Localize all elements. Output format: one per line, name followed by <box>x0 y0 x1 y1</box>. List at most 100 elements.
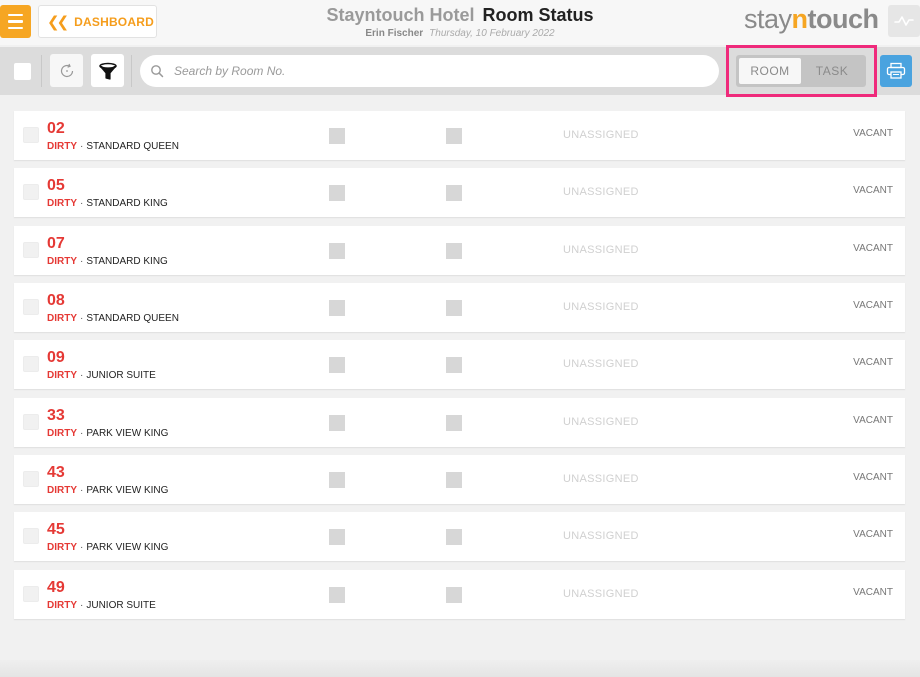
assignment-status[interactable]: UNASSIGNED <box>563 473 639 485</box>
room-status: DIRTY <box>47 427 77 439</box>
user-name: Erin Fischer <box>365 28 424 39</box>
assignment-status[interactable]: UNASSIGNED <box>563 416 639 428</box>
assignment-status[interactable]: UNASSIGNED <box>563 358 639 370</box>
dashboard-label: DASHBOARD <box>74 14 154 29</box>
print-button[interactable] <box>880 55 912 87</box>
dashboard-button[interactable]: ❮❮ DASHBOARD <box>38 5 157 38</box>
room-row[interactable]: 02 DIRTY · STANDARD QUEEN UNASSIGNED VACAN… <box>14 111 905 160</box>
reservation-indicator[interactable] <box>446 128 462 144</box>
room-number: 43 <box>47 464 65 482</box>
reservation-indicator[interactable] <box>446 185 462 202</box>
occupancy-status: VACANT <box>853 586 893 598</box>
view-toggle: ROOM TASK <box>736 55 866 87</box>
occupancy-status: VACANT <box>853 414 893 426</box>
room-status: DIRTY <box>47 313 77 325</box>
bottom-shadow <box>0 660 920 677</box>
room-row[interactable]: 33 DIRTY · PARK VIEW KING UNASSIGNED VACAN… <box>14 397 905 447</box>
service-indicator[interactable] <box>329 242 345 259</box>
reservation-indicator[interactable] <box>446 242 462 259</box>
row-checkbox[interactable] <box>23 471 39 488</box>
row-checkbox[interactable] <box>23 184 39 201</box>
printer-icon <box>886 62 906 79</box>
room-status: DIRTY <box>47 141 77 152</box>
row-checkbox[interactable] <box>23 241 39 258</box>
service-indicator[interactable] <box>329 185 345 202</box>
service-indicator[interactable] <box>329 529 345 546</box>
occupancy-status: VACANT <box>853 300 893 312</box>
service-indicator[interactable] <box>329 357 345 374</box>
service-indicator[interactable] <box>329 472 345 489</box>
room-row[interactable]: 08 DIRTY · STANDARD QUEEN UNASSIGNED VACAN… <box>14 283 905 333</box>
filter-icon <box>98 62 117 80</box>
double-chevron-left-icon: ❮❮ <box>47 13 69 31</box>
room-status: DIRTY <box>47 255 77 267</box>
room-type: JUNIOR SUITE <box>86 370 156 382</box>
row-checkbox[interactable] <box>23 585 39 602</box>
room-number: 05 <box>47 177 65 195</box>
row-checkbox[interactable] <box>23 528 39 545</box>
assignment-status[interactable]: UNASSIGNED <box>563 530 639 542</box>
reservation-indicator[interactable] <box>446 529 462 546</box>
page-title-block: Stayntouch Hotel Room Status Erin Fischer… <box>300 5 620 39</box>
room-row[interactable]: 45 DIRTY · PARK VIEW KING UNASSIGNED VACAN… <box>14 512 905 562</box>
reservation-indicator[interactable] <box>446 357 462 374</box>
occupancy-status: VACANT <box>853 529 893 541</box>
divider <box>131 55 132 87</box>
service-indicator[interactable] <box>329 128 345 144</box>
occupancy-status: VACANT <box>853 472 893 484</box>
search-input[interactable] <box>174 64 694 78</box>
room-type: PARK VIEW KING <box>86 427 169 439</box>
room-list: 02 DIRTY · STANDARD QUEEN UNASSIGNED VACAN… <box>14 111 905 627</box>
room-type: PARK VIEW KING <box>86 485 169 497</box>
room-row[interactable]: 07 DIRTY · STANDARD KING UNASSIGNED VACANT <box>14 225 905 275</box>
refresh-icon <box>60 63 73 77</box>
header: ❮❮ DASHBOARD Stayntouch Hotel Room Status… <box>0 0 920 45</box>
room-number: 45 <box>47 521 65 539</box>
reservation-indicator[interactable] <box>446 300 462 317</box>
room-status: DIRTY <box>47 542 77 554</box>
refresh-button[interactable] <box>50 54 83 87</box>
page-title: Room Status <box>482 5 594 25</box>
row-checkbox[interactable] <box>23 413 39 430</box>
room-number: 08 <box>47 292 65 310</box>
room-status: DIRTY <box>47 370 77 382</box>
reservation-indicator[interactable] <box>446 414 462 431</box>
service-indicator[interactable] <box>329 300 345 317</box>
hotel-name: Stayntouch Hotel <box>326 5 475 25</box>
assignment-status[interactable]: UNASSIGNED <box>563 186 639 198</box>
filter-button[interactable] <box>91 54 124 87</box>
room-number: 09 <box>47 349 65 367</box>
row-checkbox[interactable] <box>23 356 39 373</box>
stayntouch-logo: stayntouch <box>744 4 879 34</box>
room-number: 49 <box>47 578 65 596</box>
service-indicator[interactable] <box>329 586 345 603</box>
room-number: 33 <box>47 406 65 424</box>
activity-button[interactable] <box>888 5 920 37</box>
row-checkbox[interactable] <box>23 127 39 143</box>
occupancy-status: VACANT <box>853 242 893 254</box>
occupancy-status: VACANT <box>853 357 893 369</box>
assignment-status[interactable]: UNASSIGNED <box>563 588 639 600</box>
assignment-status[interactable]: UNASSIGNED <box>563 301 639 313</box>
room-row[interactable]: 09 DIRTY · JUNIOR SUITE UNASSIGNED VACANT <box>14 340 905 390</box>
menu-button[interactable] <box>0 5 31 38</box>
room-row[interactable]: 05 DIRTY · STANDARD KING UNASSIGNED VACANT <box>14 168 905 218</box>
room-type: PARK VIEW KING <box>86 542 169 554</box>
divider <box>41 55 42 87</box>
room-status: DIRTY <box>47 485 77 497</box>
toggle-room[interactable]: ROOM <box>739 58 801 84</box>
room-type: STANDARD KING <box>86 198 168 210</box>
room-status: DIRTY <box>47 198 77 210</box>
select-all-checkbox[interactable] <box>14 63 31 80</box>
reservation-indicator[interactable] <box>446 586 462 603</box>
toggle-task[interactable]: TASK <box>801 58 863 84</box>
room-row[interactable]: 49 DIRTY · JUNIOR SUITE UNASSIGNED VACANT <box>14 569 905 619</box>
row-checkbox[interactable] <box>23 299 39 316</box>
assignment-status[interactable]: UNASSIGNED <box>563 244 639 256</box>
room-type: JUNIOR SUITE <box>86 599 156 611</box>
assignment-status[interactable]: UNASSIGNED <box>563 129 639 141</box>
room-row[interactable]: 43 DIRTY · PARK VIEW KING UNASSIGNED VACAN… <box>14 455 905 505</box>
reservation-indicator[interactable] <box>446 472 462 489</box>
room-status: DIRTY <box>47 599 77 611</box>
service-indicator[interactable] <box>329 414 345 431</box>
